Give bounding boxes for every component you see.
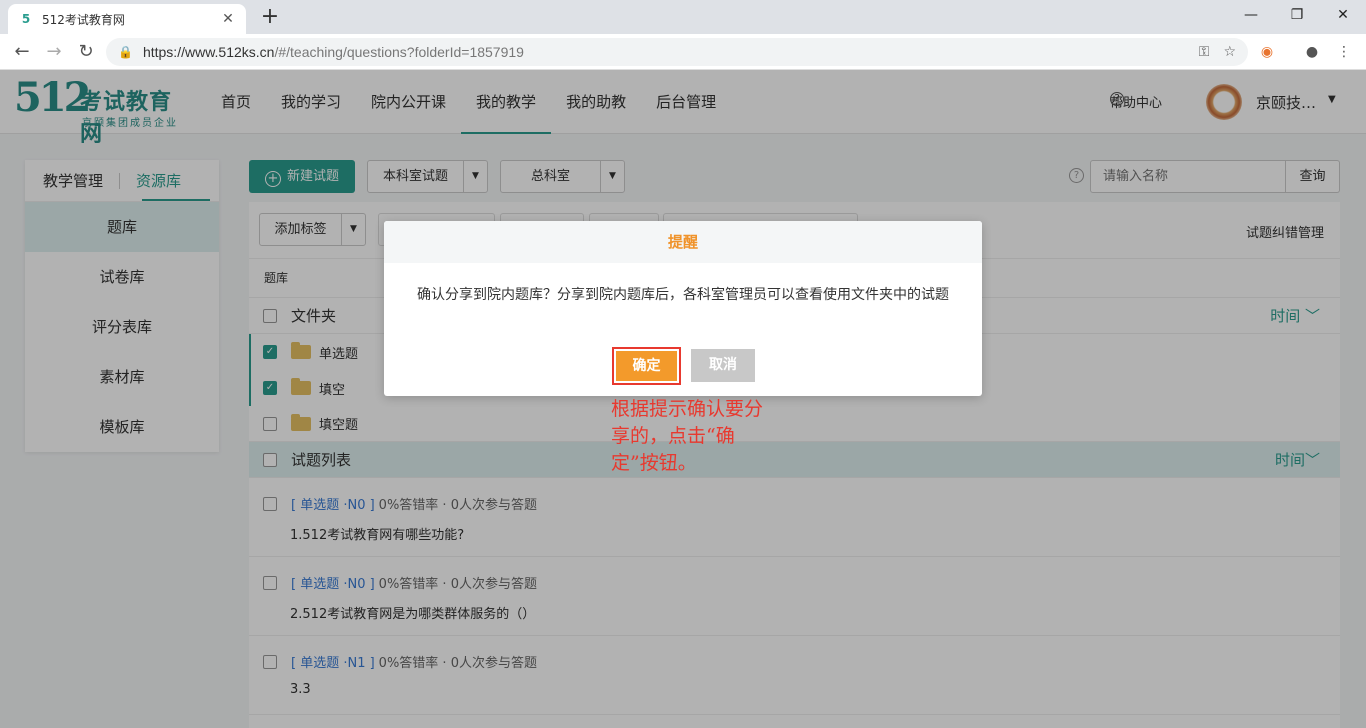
url-host: https://www.512ks.cn (142, 44, 275, 60)
tutorial-annotation: 根据提示确认要分享的，点击“确定”按钮。 (611, 398, 764, 474)
minimize-icon[interactable]: — (1228, 0, 1274, 30)
star-icon[interactable]: ☆ (1223, 44, 1236, 60)
dialog-message: 确认分享到院内题库？分享到院内题库后，各科室管理员可以查看使用文件夹中的试题 (417, 287, 949, 303)
profile-icon[interactable]: ● (1302, 42, 1322, 62)
window-close-icon[interactable]: ✕ (1320, 0, 1366, 30)
browser-tab[interactable]: 5 512考试教育网 ✕ (8, 4, 246, 34)
menu-icon[interactable]: ⋮ (1334, 42, 1354, 62)
key-icon[interactable]: ⚿ (1199, 44, 1210, 60)
forward-icon[interactable]: → (42, 40, 66, 64)
highlight-frame: 确定 (612, 347, 681, 385)
new-tab-icon[interactable]: + (258, 5, 282, 29)
url-field[interactable]: 🔒 https://www.512ks.cn/#/teaching/questi… (106, 38, 1248, 66)
tab-title: 512考试教育网 (42, 12, 125, 27)
extension-icon[interactable]: ◉ (1257, 42, 1277, 62)
cancel-button[interactable]: 取消 (691, 349, 755, 382)
url-path: /#/teaching/questions?folderId=1857919 (274, 44, 524, 60)
url-text: https://www.512ks.cn/#/teaching/question… (143, 44, 1185, 60)
restore-icon[interactable]: ❐ (1274, 0, 1320, 30)
browser-tabbar: 5 512考试教育网 ✕ + — ❐ ✕ (0, 0, 1366, 34)
address-bar: ← → ↻ 🔒 https://www.512ks.cn/#/teaching/… (0, 34, 1366, 70)
site-favicon-icon: 5 (21, 12, 31, 26)
confirm-dialog: 提醒 确认分享到院内题库？分享到院内题库后，各科室管理员可以查看使用文件夹中的试… (384, 221, 982, 396)
tab-close-icon[interactable]: ✕ (220, 11, 236, 27)
lock-icon: 🔒 (118, 45, 133, 59)
back-icon[interactable]: ← (10, 40, 34, 64)
dialog-title: 提醒 (384, 221, 982, 263)
reload-icon[interactable]: ↻ (74, 40, 98, 64)
confirm-button[interactable]: 确定 (616, 351, 677, 381)
